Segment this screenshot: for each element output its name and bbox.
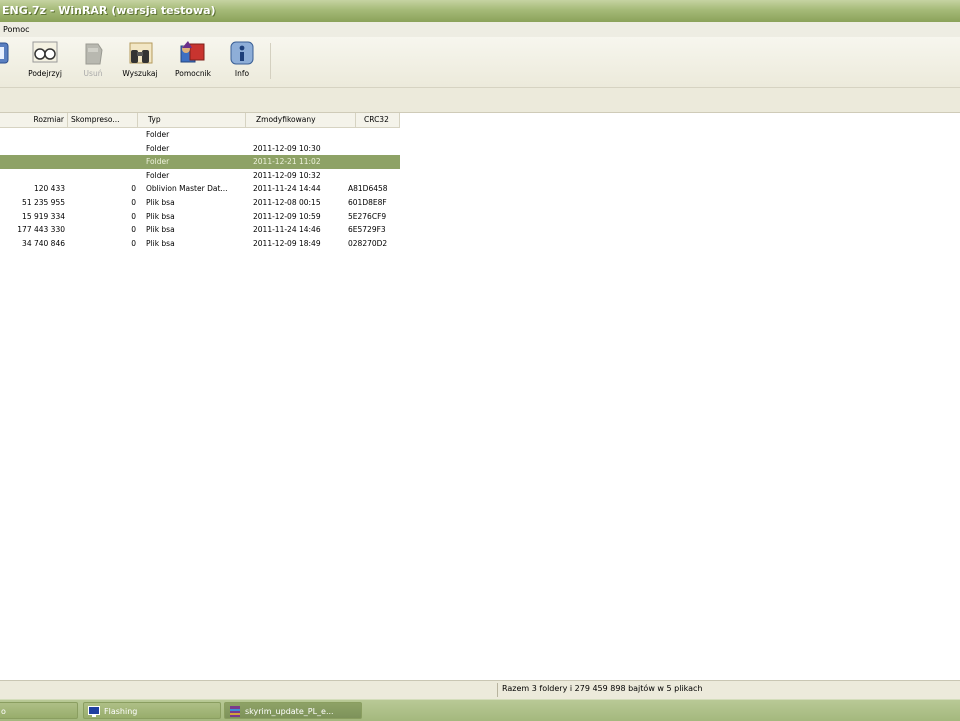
table-row[interactable]: 15 919 334 0 Plik bsa 2011-12-09 10:59 5E276… xyxy=(0,210,400,224)
cell-type: Plik bsa xyxy=(146,211,175,221)
taskbar-item-app[interactable]: o xyxy=(0,702,78,719)
cell-modified: 2011-12-09 10:59 xyxy=(253,211,321,221)
status-divider xyxy=(497,683,498,697)
delete-button[interactable]: Usuń xyxy=(70,40,116,84)
cell-crc: 6E5729F3 xyxy=(348,225,386,235)
cell-packed: 0 xyxy=(131,211,136,221)
taskbar-item-label: Flashing xyxy=(104,707,138,716)
cell-type: Folder xyxy=(146,170,170,180)
toolbar: uj Podejrzyj Usuń Wyszukaj xyxy=(0,37,960,88)
address-bar xyxy=(0,88,960,113)
cell-crc: 5E276CF9 xyxy=(348,211,387,221)
monitor-icon xyxy=(88,706,100,717)
find-button[interactable]: Wyszukaj xyxy=(117,40,163,84)
file-list: Folder Folder 2011-12-09 10:30 Folder 2011-1… xyxy=(0,128,400,250)
column-modified[interactable]: Zmodyfikowany xyxy=(246,113,356,127)
wizard-icon xyxy=(180,41,205,63)
cell-type: Plik bsa xyxy=(146,225,175,235)
column-packed[interactable]: Skompreso... xyxy=(68,113,138,127)
table-row[interactable]: 177 443 330 0 Plik bsa 2011-11-24 14:46 6E57… xyxy=(0,223,400,237)
table-row[interactable]: Folder xyxy=(0,128,400,142)
cell-packed: 0 xyxy=(131,238,136,248)
cell-crc: 601D8E8F xyxy=(348,197,387,207)
cell-type: Folder xyxy=(146,157,170,167)
title-bar: ENG.7z - WinRAR (wersja testowa) xyxy=(0,0,960,22)
cell-modified: 2011-12-21 11:02 xyxy=(253,157,321,167)
cell-packed: 0 xyxy=(131,184,136,194)
cell-type: Folder xyxy=(146,143,170,153)
cell-modified: 2011-12-08 00:15 xyxy=(253,197,321,207)
taskbar: o Flashing skyrim_update_PL_e... xyxy=(0,699,960,721)
taskbar-item-label: o xyxy=(1,707,6,716)
cell-modified: 2011-12-09 18:49 xyxy=(253,238,321,248)
column-crc[interactable]: CRC32 xyxy=(356,113,400,127)
taskbar-item-label: skyrim_update_PL_e... xyxy=(245,707,334,716)
view-button-label: uj xyxy=(0,69,20,78)
cell-type: Plik bsa xyxy=(146,197,175,207)
cell-type: Folder xyxy=(146,130,170,139)
cell-type: Plik bsa xyxy=(146,238,175,248)
cell-packed: 0 xyxy=(131,225,136,235)
taskbar-item-winrar[interactable]: skyrim_update_PL_e... xyxy=(224,702,362,719)
binoculars-icon xyxy=(129,42,153,64)
taskbar-item-flashing[interactable]: Flashing xyxy=(83,702,221,719)
menu-bar: Pomoc xyxy=(0,22,960,37)
status-text: Razem 3 foldery i 279 459 898 bajtów w 5… xyxy=(502,684,703,693)
delete-button-label: Usuń xyxy=(83,69,103,78)
cell-size: 120 433 xyxy=(33,184,65,194)
cell-crc: 028270D2 xyxy=(348,238,388,248)
table-row[interactable]: Folder 2011-12-09 10:30 xyxy=(0,142,400,156)
cell-type: Oblivion Master Dat... xyxy=(146,184,228,194)
column-type[interactable]: Typ xyxy=(138,113,246,127)
cell-size: 15 919 334 xyxy=(22,211,65,221)
info-button[interactable]: Info xyxy=(219,40,265,84)
menu-item-help[interactable]: Pomoc xyxy=(0,25,30,34)
file-list-header: Rozmiar Skompreso... Typ Zmodyfikowany C… xyxy=(0,113,400,128)
table-row[interactable]: 51 235 955 0 Plik bsa 2011-12-08 00:15 601D8… xyxy=(0,196,400,210)
cell-size: 51 235 955 xyxy=(22,197,65,207)
toolbar-separator xyxy=(270,43,271,79)
status-bar: Razem 3 foldery i 279 459 898 bajtów w 5… xyxy=(0,680,960,699)
table-row[interactable]: 120 433 0 Oblivion Master Dat... 2011-11-24… xyxy=(0,182,400,196)
cell-modified: 2011-11-24 14:44 xyxy=(253,184,321,194)
preview-button-label: Podejrzyj xyxy=(28,69,62,78)
preview-button[interactable]: Podejrzyj xyxy=(22,40,68,84)
glasses-icon xyxy=(32,41,58,63)
info-button-label: Info xyxy=(234,69,250,78)
cell-modified: 2011-11-24 14:46 xyxy=(253,225,321,235)
window-title: ENG.7z - WinRAR (wersja testowa) xyxy=(2,4,216,17)
cell-modified: 2011-12-09 10:30 xyxy=(253,143,321,153)
delete-icon xyxy=(85,43,103,65)
cell-size: 177 443 330 xyxy=(17,225,65,235)
cell-crc: A81D6458 xyxy=(348,184,388,194)
wizard-button-label: Pomocnik xyxy=(174,69,212,78)
cell-modified: 2011-12-09 10:32 xyxy=(253,170,321,180)
cell-packed: 0 xyxy=(131,197,136,207)
table-row[interactable]: 34 740 846 0 Plik bsa 2011-12-09 18:49 02827… xyxy=(0,237,400,251)
column-size[interactable]: Rozmiar xyxy=(0,113,68,127)
wizard-button[interactable]: Pomocnik xyxy=(170,40,216,84)
winrar-icon xyxy=(230,706,240,717)
table-row[interactable]: Folder 2011-12-09 10:32 xyxy=(0,169,400,183)
table-row[interactable]: Folder 2011-12-21 11:02 xyxy=(0,155,400,169)
info-icon xyxy=(230,41,254,65)
view-icon xyxy=(0,42,9,64)
cell-size: 34 740 846 xyxy=(22,238,65,248)
view-button[interactable]: uj xyxy=(0,40,20,84)
find-button-label: Wyszukaj xyxy=(122,69,158,78)
